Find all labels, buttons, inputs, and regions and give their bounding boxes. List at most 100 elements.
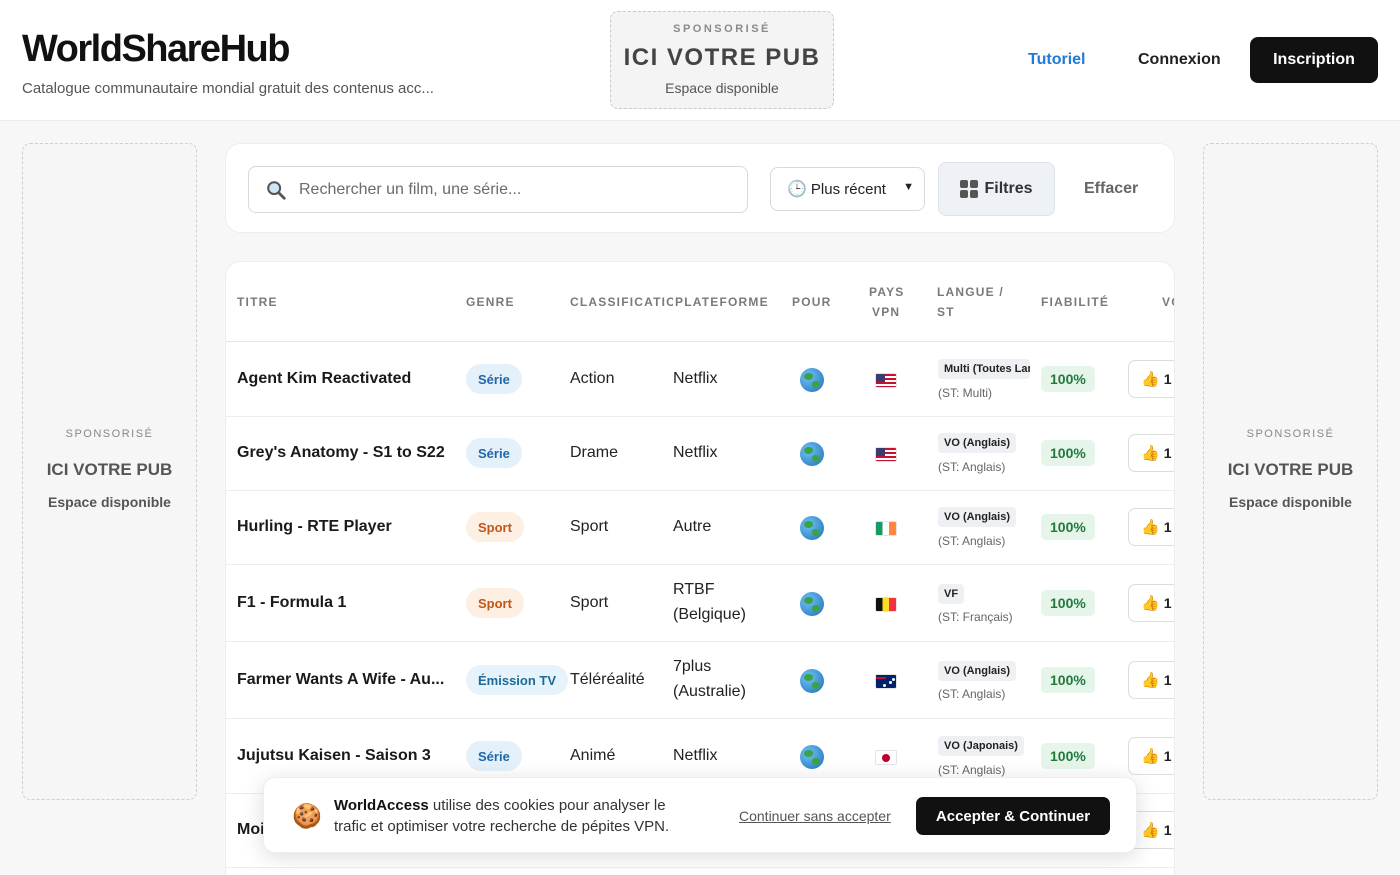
row-title[interactable]: Hurling - RTE Player [237, 518, 392, 536]
search-icon [267, 181, 286, 200]
search-box[interactable] [248, 166, 748, 213]
site-header: WorldShareHub Catalogue communautaire mo… [0, 0, 1400, 121]
subtitle-info: (ST: Anglais) [938, 534, 1006, 548]
col-genre[interactable]: GENRE [466, 292, 515, 312]
table-row[interactable]: Farmer Wants A Wife - Au... Émission TV … [226, 642, 1174, 719]
vote-button[interactable]: 👍 1 [1128, 508, 1174, 546]
search-input[interactable] [299, 179, 729, 201]
vote-button[interactable]: 👍 1 [1128, 737, 1174, 775]
table-row[interactable]: Grey's Anatomy - S1 to S22 Série Drame N… [226, 417, 1174, 491]
vote-button[interactable]: 👍 1 [1128, 661, 1174, 699]
vote-button[interactable]: 👍 1 [1128, 584, 1174, 622]
row-title[interactable]: Agent Kim Reactivated [237, 370, 411, 388]
clear-button[interactable]: Effacer [1084, 180, 1138, 198]
sort-selected-value: Plus récent [810, 180, 886, 198]
row-platform: Netflix [673, 370, 718, 387]
ad-title: ICI VOTRE PUB [46, 460, 173, 479]
accept-cookies-button[interactable]: Accepter & Continuer [916, 797, 1110, 835]
row-platform: Netflix [673, 747, 718, 764]
genre-badge: Émission TV [466, 665, 569, 695]
row-title[interactable]: Jujutsu Kaisen - Saison 3 [237, 747, 431, 765]
reliability-badge: 100% [1041, 366, 1095, 392]
filters-button[interactable]: Filtres [938, 162, 1055, 216]
globe-icon [800, 368, 824, 392]
ad-sponsored-label: SPONSORISÉ [65, 428, 154, 440]
col-classification[interactable]: CLASSIFICATION [570, 292, 687, 312]
vote-count: 1 [1163, 595, 1172, 611]
col-votes[interactable]: VOTES [1162, 292, 1174, 312]
vote-button[interactable]: 👍 1 [1128, 360, 1174, 398]
genre-badge: Sport [466, 512, 524, 542]
row-title[interactable]: Grey's Anatomy - S1 to S22 [237, 444, 445, 462]
filters-icon [960, 180, 979, 198]
brand-logo[interactable]: WorldShareHub [22, 28, 290, 71]
subtitle-info: (ST: Multi) [938, 386, 992, 400]
reliability-badge: 100% [1041, 743, 1095, 769]
language-chip: VO (Anglais) [938, 433, 1017, 453]
language-chip: VO (Anglais) [938, 507, 1017, 527]
row-platform-region: (Belgique) [673, 606, 746, 623]
vote-count: 1 [1163, 445, 1172, 461]
col-for[interactable]: POUR [792, 292, 831, 312]
genre-badge: Série [466, 741, 522, 771]
cookie-icon: 🍪 [292, 803, 322, 830]
col-platform[interactable]: PLATEFORME [673, 292, 769, 312]
vote-button[interactable]: 👍 1 [1128, 434, 1174, 472]
row-title[interactable]: Farmer Wants A Wife - Au... [237, 671, 444, 689]
clock-icon: 🕒 [787, 181, 807, 198]
globe-icon [800, 516, 824, 540]
tutorial-link[interactable]: Tutoriel [1028, 51, 1085, 69]
table-row[interactable]: Agent Kim Reactivated Série Action Netfl… [226, 342, 1174, 417]
reliability-badge: 100% [1041, 440, 1095, 466]
left-ad-slot[interactable]: SPONSORISÉ ICI VOTRE PUB Espace disponib… [22, 143, 197, 800]
col-language-line2: ST [937, 305, 955, 319]
vote-count: 1 [1163, 748, 1172, 764]
language-chip: VF [938, 584, 965, 604]
reliability-badge: 100% [1041, 667, 1095, 693]
thumbs-up-icon: 👍 [1141, 445, 1160, 462]
table-row[interactable]: Hurling - RTE Player Sport Sport Autre V… [226, 491, 1174, 565]
thumbs-up-icon: 👍 [1141, 822, 1160, 839]
cookie-banner: 🍪 WorldAccess utilise des cookies pour a… [263, 777, 1137, 853]
row-title[interactable]: F1 - Formula 1 [237, 594, 346, 612]
row-platform: RTBF [673, 581, 715, 598]
globe-icon [800, 669, 824, 693]
col-reliability[interactable]: FIABILITÉ [1041, 292, 1109, 312]
right-ad-slot[interactable]: SPONSORISÉ ICI VOTRE PUB Espace disponib… [1203, 143, 1378, 800]
language-chip: Multi (Toutes Langues) [938, 359, 1030, 379]
row-classification: Sport [570, 594, 609, 611]
table-header: TITRE GENRE CLASSIFICATION PLATEFORME PO… [226, 262, 1174, 342]
vote-count: 1 [1163, 371, 1172, 387]
thumbs-up-icon: 👍 [1141, 371, 1160, 388]
genre-badge: Série [466, 364, 522, 394]
col-vpn-country-line1[interactable]: PAYS [869, 282, 905, 302]
thumbs-up-icon: 👍 [1141, 519, 1160, 536]
genre-badge: Sport [466, 588, 524, 618]
reliability-badge: 100% [1041, 514, 1095, 540]
row-platform: 7plus [673, 658, 712, 675]
table-row[interactable]: F1 - Formula 1 Sport Sport RTBF (Belgiqu… [226, 565, 1174, 642]
row-platform-region: (Australie) [673, 683, 746, 700]
ad-subtitle: Espace disponible [1229, 494, 1352, 510]
col-language-line1[interactable]: LANGUE / [937, 282, 1004, 302]
row-classification: Animé [570, 747, 616, 764]
ad-subtitle: Espace disponible [48, 494, 171, 510]
ad-sponsored-label: SPONSORISÉ [1246, 428, 1335, 440]
japan-flag-icon [875, 750, 897, 765]
header-ad-slot[interactable]: SPONSORISÉ ICI VOTRE PUB Espace disponib… [610, 11, 834, 109]
col-title[interactable]: TITRE [237, 292, 278, 312]
ad-sponsored-label: SPONSORISÉ [673, 23, 771, 35]
login-link[interactable]: Connexion [1138, 51, 1221, 69]
subtitle-info: (ST: Anglais) [938, 687, 1006, 701]
sort-select[interactable]: 🕒 Plus récent ▼ [770, 167, 925, 211]
globe-icon [800, 592, 824, 616]
ad-title: ICI VOTRE PUB [623, 44, 821, 71]
row-title[interactable]: Moi [237, 821, 265, 839]
search-panel: 🕒 Plus récent ▼ Filtres Effacer [225, 143, 1175, 233]
row-classification: Drame [570, 444, 619, 461]
continue-without-accepting-link[interactable]: Continuer sans accepter [739, 808, 891, 824]
signup-button[interactable]: Inscription [1250, 37, 1378, 83]
thumbs-up-icon: 👍 [1141, 595, 1160, 612]
ireland-flag-icon [875, 521, 897, 536]
globe-icon [800, 442, 824, 466]
